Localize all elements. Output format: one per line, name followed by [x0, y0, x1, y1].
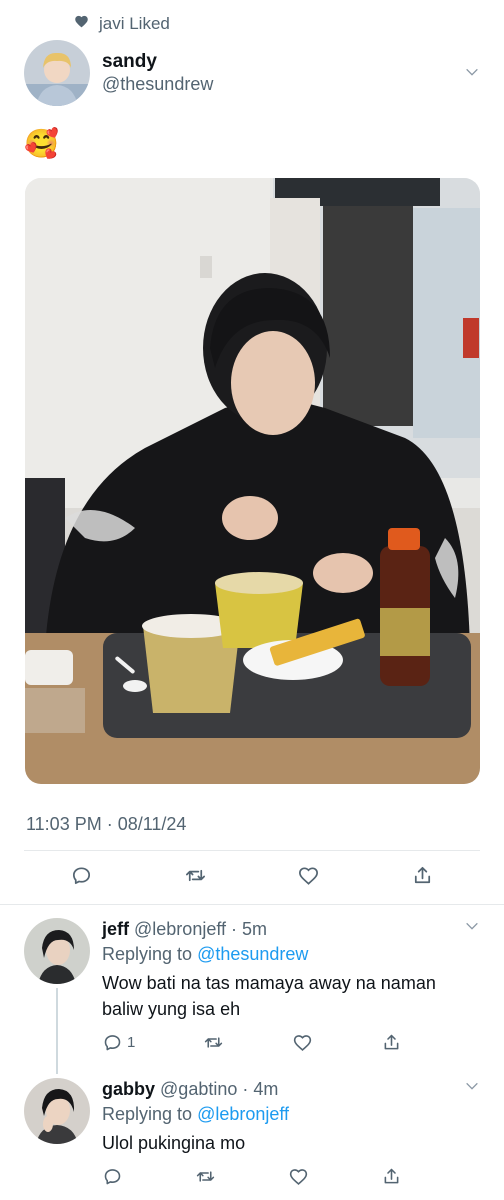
photo-illustration	[25, 178, 480, 784]
tweet-actions	[24, 864, 480, 887]
heart-outline-icon	[293, 1035, 312, 1052]
avatar[interactable]	[24, 918, 90, 984]
retweet-button[interactable]	[195, 1166, 216, 1187]
retweet-icon	[185, 869, 205, 882]
reply-author-name[interactable]: jeff	[102, 919, 129, 939]
reply-actions	[102, 1166, 402, 1187]
retweet-button[interactable]	[184, 864, 207, 887]
like-button[interactable]	[297, 864, 320, 887]
heart-icon	[74, 14, 89, 34]
reply-author-name[interactable]: gabby	[102, 1079, 155, 1099]
tweet-timestamp[interactable]: 11:03 PM · 08/11/24	[26, 814, 186, 835]
author-handle[interactable]: @thesundrew	[102, 73, 213, 95]
social-context-text: javi Liked	[99, 14, 170, 33]
share-button[interactable]	[381, 1032, 402, 1053]
tweet-author: sandy @thesundrew	[24, 40, 480, 106]
reply-author-handle[interactable]: @lebronjeff · 5m	[134, 919, 267, 939]
reply-tweet[interactable]: gabby @gabtino · 4m Replying to @lebronj…	[24, 1078, 480, 1168]
like-button[interactable]	[292, 1032, 313, 1053]
replying-to-label: Replying to	[102, 944, 198, 964]
comment-icon	[72, 867, 91, 885]
tweet-text: 🥰	[24, 128, 59, 159]
heart-outline-icon	[289, 1169, 308, 1186]
reply-button[interactable]	[70, 864, 93, 887]
reply-button[interactable]: 1	[102, 1032, 135, 1053]
share-icon	[384, 1034, 399, 1050]
share-icon	[384, 1168, 399, 1184]
reply-button[interactable]	[102, 1166, 123, 1187]
chevron-down-icon[interactable]	[464, 1078, 480, 1099]
author-avatar[interactable]	[24, 40, 90, 106]
replying-to: Replying to @lebronjeff	[102, 1102, 462, 1126]
reply-author-handle[interactable]: @gabtino · 4m	[160, 1079, 278, 1099]
tweet-media-photo[interactable]	[25, 178, 480, 784]
retweet-icon	[196, 1171, 215, 1182]
chevron-down-icon[interactable]	[464, 64, 480, 85]
chevron-down-icon[interactable]	[464, 918, 480, 939]
divider	[0, 904, 504, 905]
reply-actions: 1	[102, 1032, 402, 1053]
reply-text: Ulol pukingina mo	[102, 1133, 246, 1153]
social-context: javi Liked	[74, 14, 170, 34]
share-button[interactable]	[381, 1166, 402, 1187]
share-button[interactable]	[411, 864, 434, 887]
replying-to: Replying to @thesundrew	[102, 942, 462, 966]
share-icon	[414, 866, 431, 884]
retweet-button[interactable]	[203, 1032, 224, 1053]
reply-count: 1	[127, 1034, 136, 1051]
thread-connector-line	[56, 988, 58, 1074]
avatar[interactable]	[24, 1078, 90, 1144]
reply-text: Wow bati na tas mamaya away na naman bal…	[102, 973, 436, 1019]
replying-to-link[interactable]: @thesundrew	[197, 944, 308, 964]
replying-to-label: Replying to	[102, 1104, 198, 1124]
heart-outline-icon	[299, 867, 319, 885]
like-button[interactable]	[288, 1166, 309, 1187]
author-display-name[interactable]: sandy	[102, 51, 213, 73]
comment-icon	[104, 1169, 121, 1185]
divider	[24, 850, 480, 851]
comment-icon	[104, 1035, 121, 1051]
replying-to-link[interactable]: @lebronjeff	[197, 1104, 289, 1124]
retweet-icon	[205, 1037, 223, 1048]
